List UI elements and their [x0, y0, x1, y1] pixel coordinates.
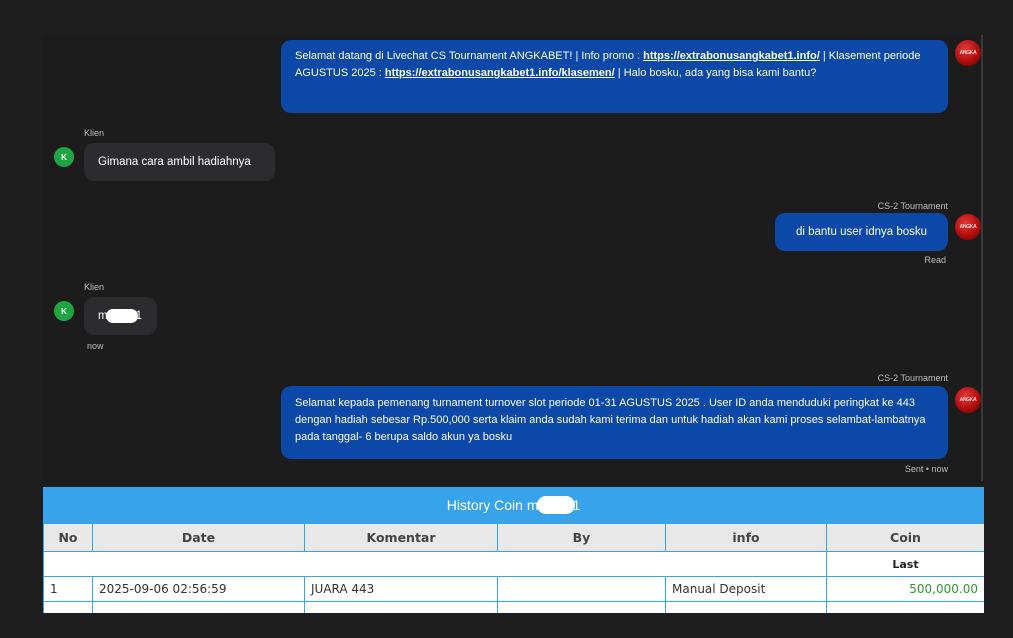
client-message: m1: [84, 297, 157, 335]
client-avatar: K: [54, 301, 74, 321]
subheader-row: Last: [43, 551, 984, 577]
message-text: Selamat kepada pemenang turnament turnov…: [295, 397, 926, 443]
read-status: Read: [924, 255, 946, 265]
client-avatar: K: [54, 147, 74, 167]
cell-komentar: JUARA 443: [304, 576, 498, 602]
sender-name: CS-2 Tournament: [877, 373, 948, 383]
cell-info: Manual Deposit: [665, 576, 827, 602]
client-message: Gimana cara ambil hadiahnya: [84, 143, 275, 181]
last-label: Last: [826, 551, 984, 577]
column-header-info: info: [665, 523, 827, 552]
agent-message: di bantu user idnya bosku: [775, 213, 948, 251]
redaction-mask: [536, 496, 575, 514]
column-header-coin: Coin: [826, 523, 984, 552]
agent-message-winner: Selamat kepada pemenang turnament turnov…: [281, 386, 948, 459]
history-title: History Coin m1: [43, 487, 984, 523]
column-header-komentar: Komentar: [304, 523, 498, 552]
klasemen-link[interactable]: https://extrabonusangkabet1.info/klaseme…: [385, 67, 615, 79]
message-text: | Halo bosku, ada yang bisa kami bantu?: [614, 67, 817, 79]
table-row-partial: [43, 601, 984, 613]
sender-name: CS-2 Tournament: [877, 201, 948, 211]
sender-name: Klien: [84, 128, 105, 138]
agent-message-welcome: Selamat datang di Livechat CS Tournament…: [281, 40, 948, 113]
cell-by: [497, 576, 666, 602]
sent-status: Sent • now: [904, 464, 948, 474]
message-text: 1: [135, 310, 142, 322]
history-coin-panel: History Coin m1 No Date Komentar By info…: [43, 487, 984, 613]
column-header-no: No: [43, 523, 93, 552]
agent-avatar: ANGKA: [955, 387, 981, 413]
message-text: di bantu user idnya bosku: [795, 225, 928, 238]
agent-avatar: ANGKA: [955, 40, 981, 66]
promo-link[interactable]: https://extrabonusangkabet1.info/: [643, 50, 820, 62]
agent-avatar: ANGKA: [955, 214, 981, 240]
history-table: No Date Komentar By info Coin Last 1 202…: [43, 523, 984, 613]
column-header-by: By: [497, 523, 666, 552]
column-header-date: Date: [92, 523, 305, 552]
table-row: 1 2025-09-06 02:56:59 JUARA 443 Manual D…: [43, 576, 984, 602]
message-text: Selamat datang di Livechat CS Tournament…: [295, 50, 644, 62]
message-time: now: [87, 341, 104, 351]
cell-no: 1: [43, 576, 93, 602]
cell-coin: 500,000.00: [826, 576, 984, 602]
sender-name: Klien: [84, 282, 105, 292]
cell-date: 2025-09-06 02:56:59: [92, 576, 305, 602]
chat-scroll-edge: [981, 35, 983, 481]
message-text: Gimana cara ambil hadiahnya: [98, 156, 251, 168]
redaction-mask: [105, 309, 138, 323]
